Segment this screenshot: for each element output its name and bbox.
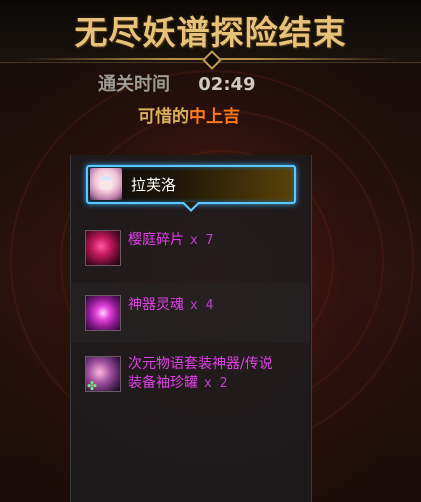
pocket-jar-icon: ✤ xyxy=(85,356,121,392)
pointer-arrow-inner xyxy=(184,202,198,209)
page-title: 无尽妖谱探险结束 xyxy=(74,13,347,52)
clover-badge-icon: ✤ xyxy=(87,379,98,393)
clear-time-row: 通关时间 02:49 xyxy=(98,70,256,96)
reward-item-qty: x 7 xyxy=(190,233,214,248)
reward-item-label: 次元物语套装神器/传说 装备袖珍罐 x 2 xyxy=(128,355,273,393)
title-bar: 无尽妖谱探险结束 xyxy=(0,0,421,70)
reward-item-name: 樱庭碎片 xyxy=(128,232,184,248)
reward-item-name-line1: 次元物语套装神器/传说 xyxy=(128,356,273,372)
result-grade: 中上吉 xyxy=(189,107,240,127)
clear-time-value: 02:49 xyxy=(198,74,256,95)
result-prefix: 可惜的 xyxy=(138,107,189,127)
reward-item-name: 神器灵魂 xyxy=(128,297,184,313)
character-portrait-icon xyxy=(90,168,122,200)
reward-item[interactable]: ✤ 次元物语套装神器/传说 装备袖珍罐 x 2 xyxy=(70,344,310,404)
reward-item[interactable]: 神器灵魂 x 4 xyxy=(70,283,310,343)
reward-item-qty: x 4 xyxy=(190,298,214,313)
character-selector[interactable]: 拉芙洛 xyxy=(86,165,296,212)
character-name: 拉芙洛 xyxy=(131,176,177,194)
reward-item-name-line2: 装备袖珍罐 xyxy=(128,375,198,391)
result-grade-row: 可惜的中上吉 xyxy=(0,102,378,127)
reward-item-qty: x 2 xyxy=(204,376,228,391)
clear-time-label: 通关时间 xyxy=(98,74,170,95)
artifact-soul-icon xyxy=(85,295,121,331)
sakura-shard-icon xyxy=(85,230,121,266)
reward-item-label: 樱庭碎片 x 7 xyxy=(128,231,213,250)
reward-item-label: 神器灵魂 x 4 xyxy=(128,296,213,315)
reward-item[interactable]: 樱庭碎片 x 7 xyxy=(70,218,310,278)
